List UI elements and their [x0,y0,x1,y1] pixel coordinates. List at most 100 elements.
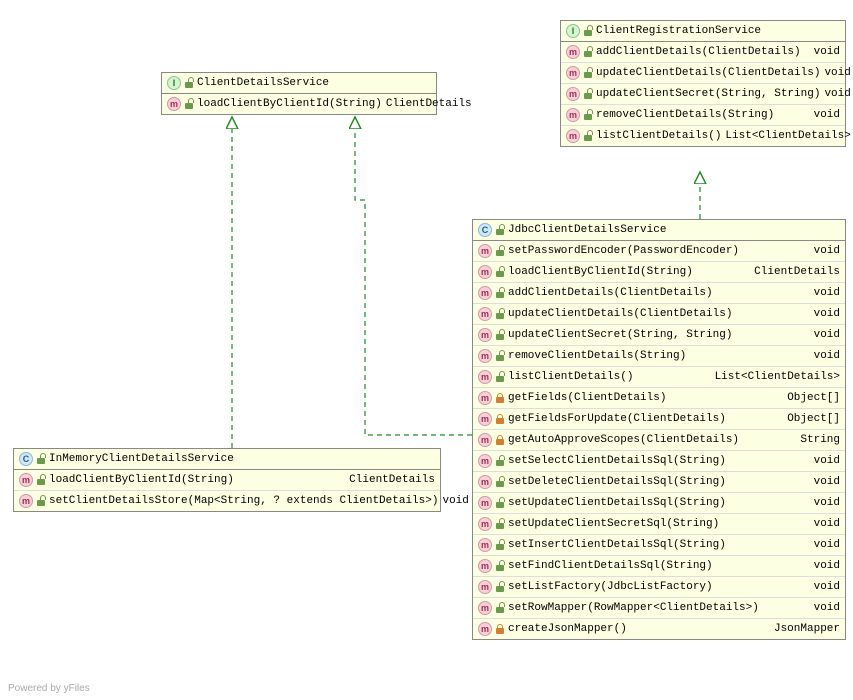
class-title: C InMemoryClientDetailsService [14,449,440,470]
method-signature: updateClientDetails(ClientDetails) [508,308,810,320]
method-return-type: void [814,308,840,320]
method-signature: setListFactory(JdbcListFactory) [508,581,810,593]
method-row: m setInsertClientDetailsSql(String) void [473,535,845,556]
method-signature: setFindClientDetailsSql(String) [508,560,810,572]
method-icon: m [566,66,580,80]
method-icon: m [478,622,492,636]
method-row: msetPasswordEncoder(PasswordEncoder)void [473,241,845,262]
class-name-label: JdbcClientDetailsService [508,224,666,236]
open-lock-icon [496,330,504,340]
footer-credit: Powered by yFiles [8,683,90,694]
method-signature: getAutoApproveScopes(ClientDetails) [508,434,796,446]
method-icon: m [566,87,580,101]
method-return-type: void [814,245,840,257]
method-icon: m [167,97,181,111]
method-signature: createJsonMapper() [508,623,770,635]
open-lock-icon [496,603,504,613]
method-icon: m [478,475,492,489]
method-row: mremoveClientDetails(String)void [473,346,845,367]
method-return-type: void [814,518,840,530]
method-signature: updateClientSecret(String, String) [596,88,820,100]
method-signature: setRowMapper(RowMapper<ClientDetails>) [508,602,810,614]
open-lock-icon [496,267,504,277]
open-lock-icon [584,131,592,141]
method-row: m createJsonMapper() JsonMapper [473,619,845,639]
method-signature: setInsertClientDetailsSql(String) [508,539,810,551]
method-return-type: String [800,434,840,446]
method-return-type: JsonMapper [774,623,840,635]
method-return-type: ClientDetails [349,474,435,486]
method-return-type: void [814,329,840,341]
method-icon: m [566,129,580,143]
method-return-type: void [814,455,840,467]
method-icon: m [478,454,492,468]
class-jdbc-client-details-service: C JdbcClientDetailsService msetPasswordE… [472,219,846,640]
interface-icon: I [566,24,580,38]
method-icon: m [478,286,492,300]
method-icon: m [566,108,580,122]
method-return-type: void [814,560,840,572]
method-row: mupdateClientDetails(ClientDetails)void [561,63,845,84]
class-icon: C [19,452,33,466]
class-title: I ClientRegistrationService [561,21,845,42]
open-lock-icon [496,246,504,256]
method-return-type: void [814,46,840,58]
method-signature: setUpdateClientSecretSql(String) [508,518,810,530]
method-row: m setUpdateClientSecretSql(String) void [473,514,845,535]
method-icon: m [478,349,492,363]
method-signature: updateClientSecret(String, String) [508,329,810,341]
method-row: msetRowMapper(RowMapper<ClientDetails>)v… [473,598,845,619]
method-return-type: ClientDetails [386,98,472,110]
method-row: m updateClientSecret(String, String) void [473,325,845,346]
method-row: mupdateClientSecret(String, String)void [561,84,845,105]
class-client-registration-service: I ClientRegistrationService maddClientDe… [560,20,846,147]
interface-icon: I [167,76,181,90]
method-icon: m [478,517,492,531]
method-return-type: Object[] [787,392,840,404]
method-list: mloadClientByClientId(String)ClientDetai… [14,470,440,511]
method-icon: m [478,265,492,279]
method-signature: setUpdateClientDetailsSql(String) [508,497,810,509]
method-list: msetPasswordEncoder(PasswordEncoder)void… [473,241,845,639]
open-lock-icon [584,89,592,99]
method-row: m getAutoApproveScopes(ClientDetails) Stri… [473,430,845,451]
method-row: mloadClientByClientId(String)ClientDetai… [162,94,436,114]
method-icon: m [478,391,492,405]
method-icon: m [478,433,492,447]
class-client-details-service: I ClientDetailsService mloadClientByClie… [161,72,437,115]
method-return-type: void [814,581,840,593]
class-name-label: ClientDetailsService [197,77,329,89]
open-lock-icon [496,351,504,361]
method-return-type: void [814,287,840,299]
method-row: m getFields(ClientDetails) Object[] [473,388,845,409]
class-name-label: InMemoryClientDetailsService [49,453,234,465]
method-signature: listClientDetails() [508,371,711,383]
method-icon: m [478,538,492,552]
method-return-type: List<ClientDetails> [725,130,850,142]
method-signature: addClientDetails(ClientDetails) [508,287,810,299]
method-icon: m [478,559,492,573]
method-return-type: void [814,476,840,488]
open-lock-icon [185,78,193,88]
open-lock-icon [496,456,504,466]
method-signature: removeClientDetails(String) [508,350,810,362]
open-lock-icon [496,309,504,319]
method-signature: loadClientByClientId(String) [49,474,345,486]
method-return-type: Object[] [787,413,840,425]
open-lock-icon [584,110,592,120]
open-lock-icon [496,225,504,235]
method-return-type: void [814,539,840,551]
locked-lock-icon [496,414,504,424]
open-lock-icon [584,47,592,57]
method-signature: getFields(ClientDetails) [508,392,783,404]
open-lock-icon [37,475,45,485]
method-row: msetClientDetailsStore(Map<String, ? ext… [14,491,440,511]
method-return-type: void [814,602,840,614]
method-signature: getFieldsForUpdate(ClientDetails) [508,413,783,425]
method-row: mremoveClientDetails(String)void [561,105,845,126]
open-lock-icon [37,496,45,506]
method-icon: m [478,328,492,342]
method-row: mlistClientDetails()List<ClientDetails> [561,126,845,146]
method-signature: listClientDetails() [596,130,721,142]
open-lock-icon [496,561,504,571]
